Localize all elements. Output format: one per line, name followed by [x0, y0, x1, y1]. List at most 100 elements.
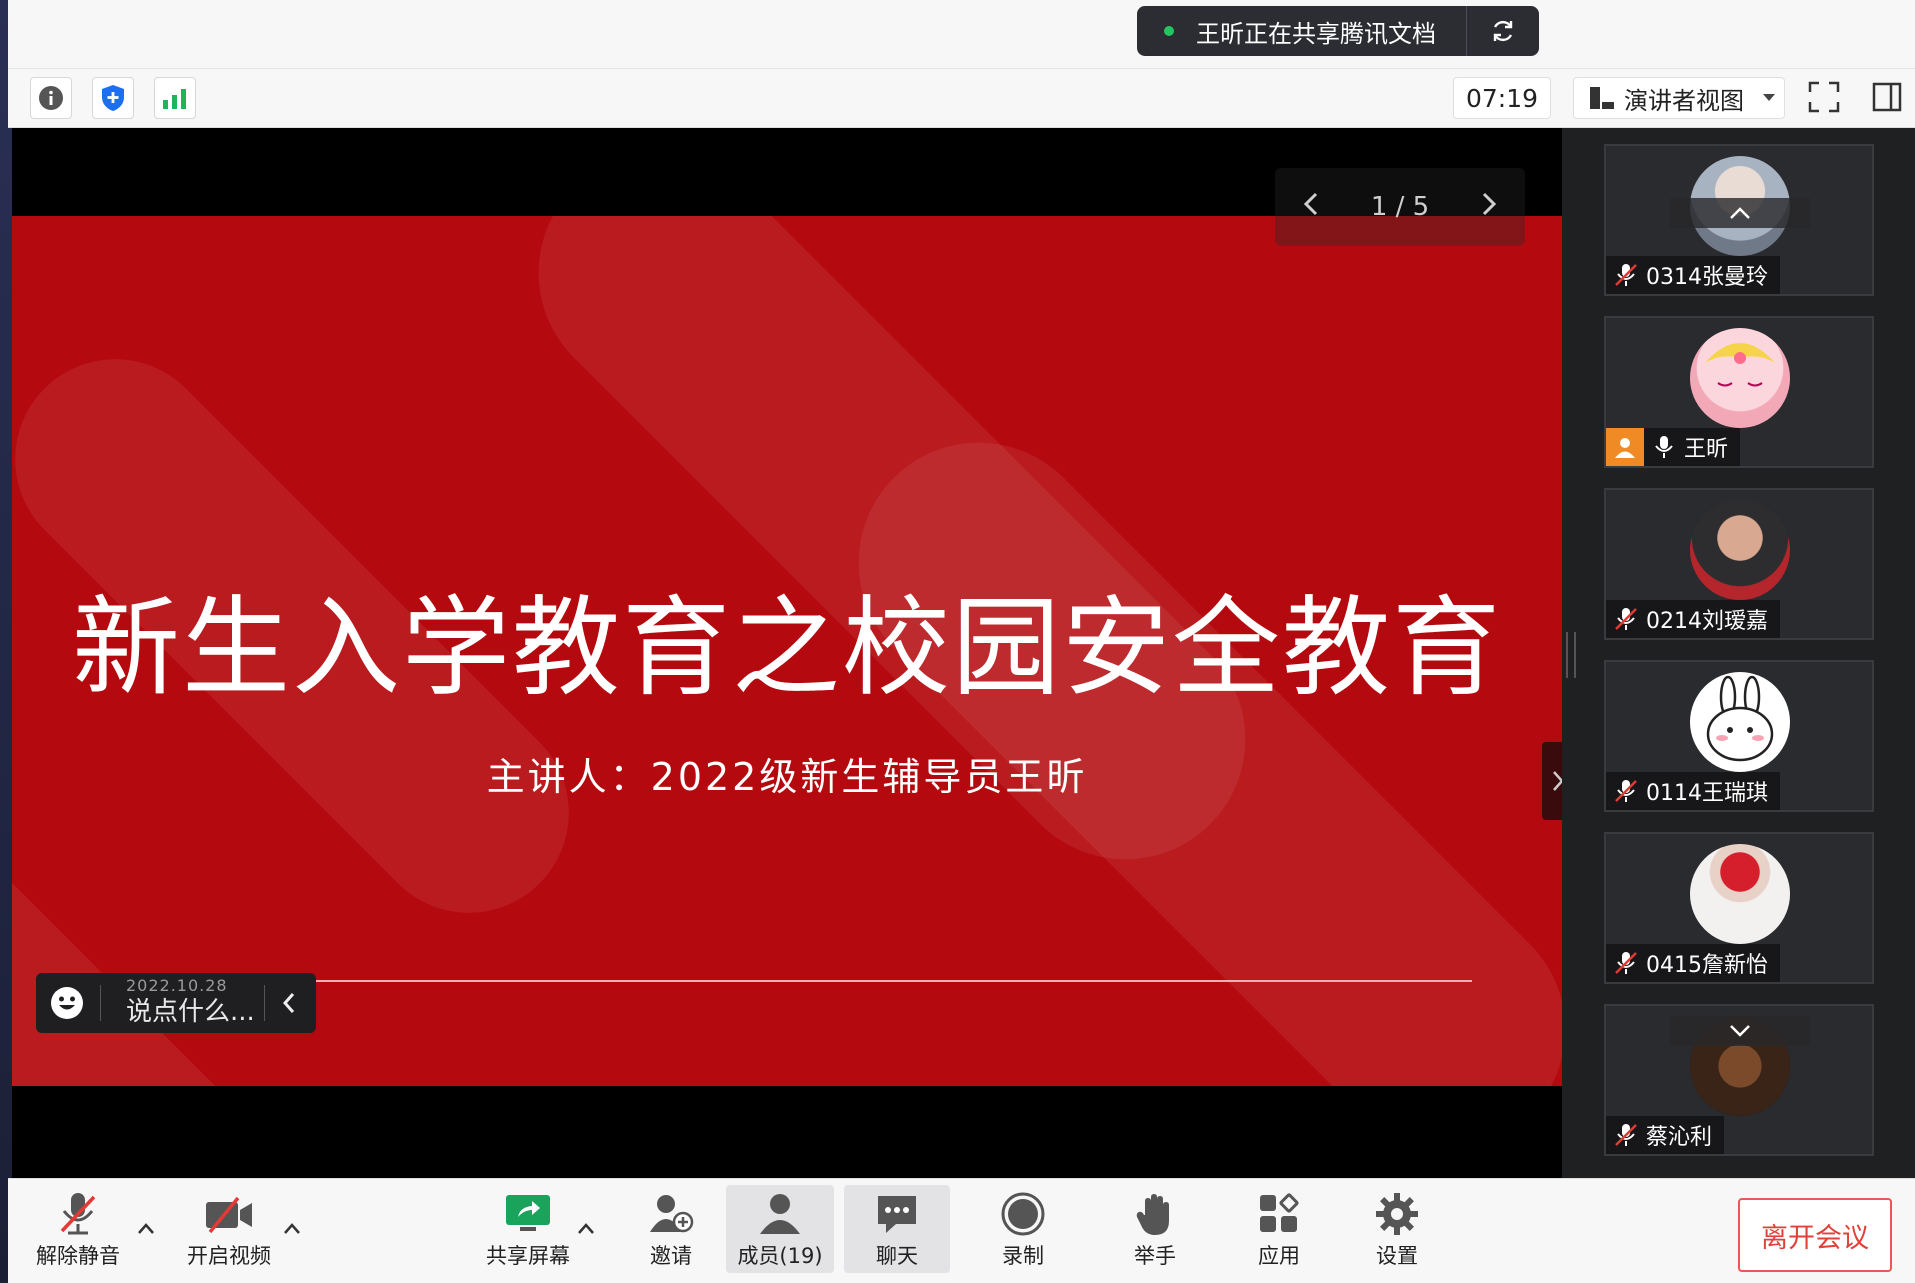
participant-label: 0214刘瑷嘉	[1606, 600, 1780, 638]
share-screen-button[interactable]: 共享屏幕	[478, 1185, 578, 1273]
participant-label: 0314张曼玲	[1606, 256, 1780, 294]
chat-divider	[264, 985, 265, 1021]
hand-icon	[1135, 1189, 1175, 1239]
mic-muted-icon	[1606, 256, 1646, 294]
share-options-chevron-icon[interactable]	[576, 1219, 596, 1239]
participant-label: 蔡沁利	[1606, 1116, 1725, 1154]
invite-button[interactable]: 邀请	[626, 1185, 716, 1273]
live-dot-icon	[1164, 26, 1174, 36]
fullscreen-icon[interactable]	[1804, 77, 1844, 117]
chat-divider	[100, 985, 101, 1021]
emoji-icon[interactable]	[50, 986, 84, 1020]
layout-icon	[1588, 84, 1616, 112]
slide-subtitle: 主讲人：2022级新生辅导员王昕	[486, 755, 1088, 799]
raise-hand-label: 举手	[1134, 1244, 1176, 1268]
settings-label: 设置	[1376, 1244, 1418, 1268]
chat-label: 聊天	[876, 1244, 918, 1268]
unmute-button[interactable]: 解除静音	[30, 1185, 126, 1273]
start-video-label: 开启视频	[187, 1244, 271, 1268]
avatar	[1690, 844, 1790, 944]
shield-icon[interactable]	[92, 77, 134, 119]
start-video-button[interactable]: 开启视频	[176, 1185, 282, 1273]
mic-muted-icon	[58, 1189, 98, 1239]
meeting-toolbar: 07:19 演讲者视图	[8, 69, 1915, 128]
record-icon	[1000, 1189, 1046, 1239]
invite-label: 邀请	[650, 1244, 692, 1268]
participant-label: 0114王瑞琪	[1606, 772, 1780, 810]
participant-tile[interactable]: 0415詹新怡	[1604, 832, 1874, 984]
avatar	[1690, 672, 1790, 772]
video-options-chevron-icon[interactable]	[282, 1219, 302, 1239]
mic-muted-icon	[1606, 772, 1646, 810]
host-badge-icon	[1606, 428, 1644, 466]
mic-on-icon	[1644, 428, 1684, 466]
presentation-slide: 新生入学教育之校园安全教育 主讲人：2022级新生辅导员王昕	[12, 216, 1562, 1086]
participant-tile[interactable]: 王昕	[1604, 316, 1874, 468]
desktop-background	[0, 0, 12, 1282]
page-indicator: 1 / 5	[1370, 192, 1430, 222]
raise-hand-button[interactable]: 举手	[1120, 1185, 1190, 1273]
share-screen-label: 共享屏幕	[486, 1244, 570, 1268]
signal-icon[interactable]	[154, 77, 196, 119]
quick-chat-box[interactable]: 2022.10.28 说点什么...	[36, 973, 316, 1033]
next-page-icon[interactable]	[1481, 192, 1497, 223]
meeting-timer: 07:19	[1453, 77, 1551, 119]
add-user-icon	[648, 1189, 694, 1239]
slide-decor-band	[12, 767, 321, 1086]
members-button[interactable]: 成员(19)	[726, 1185, 834, 1273]
collapse-chat-icon[interactable]	[282, 991, 296, 1015]
gear-icon	[1374, 1189, 1420, 1239]
slide-pager: 1 / 5	[1275, 168, 1525, 246]
mic-muted-icon	[1606, 600, 1646, 638]
sharing-status-banner: 王昕正在共享腾讯文档	[1137, 6, 1539, 56]
shared-content-stage: 新生入学教育之校园安全教育 主讲人：2022级新生辅导员王昕 1 / 5 202…	[12, 128, 1562, 1178]
chevron-down-icon	[1762, 93, 1776, 103]
record-button[interactable]: 录制	[988, 1185, 1058, 1273]
prev-page-icon[interactable]	[1303, 192, 1319, 223]
side-panel-collapse-button[interactable]	[1542, 742, 1562, 820]
refresh-icon[interactable]	[1467, 6, 1539, 56]
audio-options-chevron-icon[interactable]	[136, 1219, 156, 1239]
info-icon[interactable]	[30, 77, 72, 119]
participant-label: 0415詹新怡	[1606, 944, 1780, 982]
apps-icon	[1257, 1189, 1301, 1239]
panel-toggle-icon[interactable]	[1867, 77, 1907, 117]
participant-tile[interactable]: 0114王瑞琪	[1604, 660, 1874, 812]
avatar	[1690, 500, 1790, 600]
participant-name: 0214刘瑷嘉	[1646, 609, 1768, 634]
leave-meeting-button[interactable]: 离开会议	[1738, 1198, 1892, 1272]
sharing-status-text: 王昕正在共享腾讯文档	[1196, 19, 1436, 48]
participant-name: 蔡沁利	[1646, 1125, 1713, 1150]
participant-name: 0415詹新怡	[1646, 953, 1768, 978]
avatar	[1690, 328, 1790, 428]
apps-button[interactable]: 应用	[1244, 1185, 1314, 1273]
settings-button[interactable]: 设置	[1362, 1185, 1432, 1273]
mic-muted-icon	[1606, 944, 1646, 982]
participant-tile[interactable]: 0314张曼玲	[1604, 144, 1874, 296]
meeting-controls-bar: 解除静音 开启视频 共享屏幕 邀请 成员(19) 聊天 录制 举手 应用 设置	[8, 1178, 1915, 1283]
participant-tile[interactable]: 蔡沁利	[1604, 1004, 1874, 1156]
participant-tile[interactable]: 0214刘瑷嘉	[1604, 488, 1874, 640]
chat-bubble-icon	[874, 1189, 920, 1239]
view-mode-dropdown[interactable]: 演讲者视图	[1573, 77, 1785, 119]
video-off-icon	[204, 1189, 254, 1239]
record-label: 录制	[1002, 1244, 1044, 1268]
apps-label: 应用	[1258, 1244, 1300, 1268]
chat-button[interactable]: 聊天	[844, 1185, 950, 1273]
members-label: 成员(19)	[737, 1244, 823, 1268]
slide-title: 新生入学教育之校园安全教育	[71, 586, 1502, 711]
view-mode-label: 演讲者视图	[1624, 86, 1744, 115]
participant-name: 0314张曼玲	[1646, 265, 1768, 290]
slide-divider-line	[302, 980, 1472, 982]
participant-video-panel: 0314张曼玲 王昕 0214刘瑷嘉 0114王瑞琪 0415詹新怡 蔡沁利	[1562, 128, 1915, 1178]
unmute-label: 解除静音	[36, 1244, 120, 1268]
scroll-up-icon[interactable]	[1670, 198, 1810, 228]
scroll-down-icon[interactable]	[1670, 1016, 1810, 1046]
panel-resize-handle[interactable]	[1566, 632, 1576, 678]
participant-name: 王昕	[1684, 437, 1729, 462]
mic-muted-icon	[1606, 1116, 1646, 1154]
share-screen-icon	[504, 1189, 552, 1239]
members-icon	[757, 1189, 803, 1239]
chat-input-placeholder[interactable]: 说点什么...	[126, 991, 255, 1028]
participant-label: 王昕	[1606, 428, 1741, 466]
